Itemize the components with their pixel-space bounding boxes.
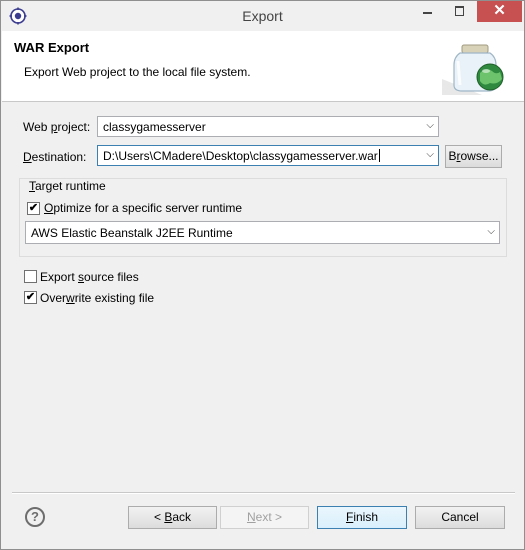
- war-export-jar-globe-icon: [442, 44, 504, 95]
- server-runtime-value: AWS Elastic Beanstalk J2EE Runtime: [31, 226, 233, 240]
- footer-separator: [12, 492, 515, 494]
- maximize-icon: [455, 6, 464, 16]
- banner-title: WAR Export: [14, 40, 90, 55]
- minimize-button[interactable]: [413, 1, 443, 22]
- destination-combo[interactable]: D:\Users\CMadere\Desktop\classygamesserv…: [97, 145, 439, 166]
- export-source-checkbox[interactable]: [24, 270, 37, 283]
- help-icon[interactable]: ?: [25, 507, 45, 527]
- server-runtime-combo[interactable]: AWS Elastic Beanstalk J2EE Runtime ⌵: [25, 221, 500, 244]
- chevron-down-icon: ⌵: [426, 120, 434, 131]
- export-source-label[interactable]: Export source files: [40, 270, 139, 284]
- overwrite-label[interactable]: Overwrite existing file: [40, 291, 154, 305]
- web-project-value: classygamesserver: [103, 120, 206, 134]
- banner-description: Export Web project to the local file sys…: [24, 65, 251, 79]
- export-dialog: Export ✕ WAR Export Export Web project t…: [0, 0, 525, 550]
- title-bar: Export ✕: [1, 1, 524, 31]
- next-button[interactable]: Next >: [220, 506, 309, 529]
- target-runtime-group-title: Target runtime: [27, 179, 108, 193]
- web-project-combo[interactable]: classygamesserver ⌵: [97, 116, 439, 137]
- cancel-button[interactable]: Cancel: [415, 506, 505, 529]
- destination-value: D:\Users\CMadere\Desktop\classygamesserv…: [103, 149, 380, 163]
- web-project-label: Web project:: [23, 120, 91, 134]
- finish-button[interactable]: Finish: [317, 506, 407, 529]
- destination-label: Destination:: [23, 150, 87, 164]
- minimize-icon: [423, 12, 432, 14]
- close-icon: ✕: [493, 2, 506, 19]
- chevron-down-icon: ⌵: [487, 226, 495, 237]
- chevron-down-icon: ⌵: [426, 149, 434, 160]
- checkmark-icon: ✔: [28, 202, 39, 214]
- checkmark-icon: ✔: [25, 291, 36, 303]
- maximize-button[interactable]: [445, 1, 475, 22]
- back-button[interactable]: < Back: [128, 506, 217, 529]
- overwrite-checkbox[interactable]: ✔: [24, 291, 37, 304]
- close-button[interactable]: ✕: [477, 1, 522, 22]
- wizard-banner: WAR Export Export Web project to the loc…: [2, 31, 524, 102]
- browse-button[interactable]: Browse...: [445, 145, 502, 168]
- optimize-runtime-checkbox[interactable]: ✔: [27, 202, 40, 215]
- optimize-runtime-label[interactable]: Optimize for a specific server runtime: [44, 201, 242, 215]
